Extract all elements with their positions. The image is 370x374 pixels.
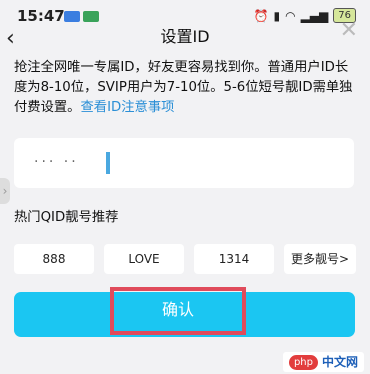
id-description: 抢注全网唯一专属ID，好友更容易找到你。普通用户ID长度为8-10位，SVIP用… bbox=[14, 58, 359, 118]
watermark-badge: php bbox=[288, 354, 318, 370]
page-title: 设置ID bbox=[160, 27, 210, 46]
confirm-button[interactable]: 确认 bbox=[14, 287, 355, 337]
id-notice-link[interactable]: 查看ID注意事项 bbox=[80, 100, 174, 115]
watermark-text: 中文网 bbox=[321, 355, 358, 369]
text-cursor bbox=[106, 152, 110, 174]
watermark-logo: php 中文网 bbox=[282, 352, 364, 372]
side-handle-icon[interactable]: › bbox=[0, 178, 10, 204]
id-input[interactable]: ··· ·· bbox=[14, 138, 354, 188]
id-input-value: ··· ·· bbox=[34, 154, 79, 170]
confirm-label: 确认 bbox=[110, 287, 246, 335]
chip-1314[interactable]: 1314 bbox=[194, 244, 274, 274]
recommend-chips: 888 LOVE 1314 更多靓号> bbox=[14, 244, 356, 274]
back-chevron-icon[interactable]: ‹ bbox=[6, 26, 15, 51]
more-numbers-button[interactable]: 更多靓号> bbox=[284, 244, 356, 274]
chip-888[interactable]: 888 bbox=[14, 244, 94, 274]
description-text: 抢注全网唯一专属ID，好友更容易找到你。普通用户ID长度为8-10位，SVIP用… bbox=[14, 60, 353, 115]
close-icon[interactable]: ✕ bbox=[340, 18, 358, 43]
chip-love[interactable]: LOVE bbox=[104, 244, 184, 274]
recommend-section-label: 热门QID靓号推荐 bbox=[14, 210, 119, 225]
page-header: 设置ID bbox=[0, 18, 370, 48]
